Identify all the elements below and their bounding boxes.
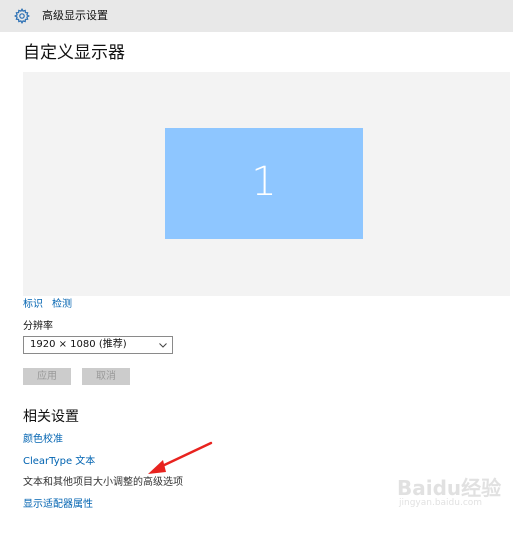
cleartype-link[interactable]: ClearType 文本 [23, 456, 95, 468]
resolution-value: 1920 × 1080 (推荐) [30, 339, 127, 350]
baidu-watermark: Baidu经验 jingyan.baidu.com [397, 470, 501, 518]
apply-button[interactable]: 应用 [23, 368, 71, 385]
gear-icon [14, 8, 30, 24]
color-calibration-link[interactable]: 颜色校准 [23, 434, 63, 446]
display-adapter-properties-link[interactable]: 显示适配器属性 [23, 499, 93, 511]
monitor-number: 1 [251, 159, 277, 205]
watermark-brand: Baidu经验 [397, 476, 502, 500]
display-arrangement-area: 1 [23, 72, 510, 296]
resolution-label: 分辨率 [23, 321, 53, 332]
title-bar: 高级显示设置 [0, 0, 513, 32]
related-settings-title: 相关设置 [23, 409, 79, 425]
window-title: 高级显示设置 [42, 9, 108, 22]
page-title: 自定义显示器 [23, 43, 125, 63]
cancel-button[interactable]: 取消 [82, 368, 130, 385]
detect-link[interactable]: 检测 [52, 299, 72, 310]
monitor-tile[interactable]: 1 [165, 128, 363, 239]
resolution-dropdown[interactable]: 1920 × 1080 (推荐) [23, 336, 173, 354]
identify-detect-links: 标识 检测 [23, 299, 72, 311]
watermark-url: jingyan.baidu.com [399, 498, 483, 508]
text-sizing-options-link[interactable]: 文本和其他项目大小调整的高级选项 [23, 477, 183, 489]
chevron-down-icon [159, 343, 167, 348]
identify-link[interactable]: 标识 [23, 299, 43, 310]
